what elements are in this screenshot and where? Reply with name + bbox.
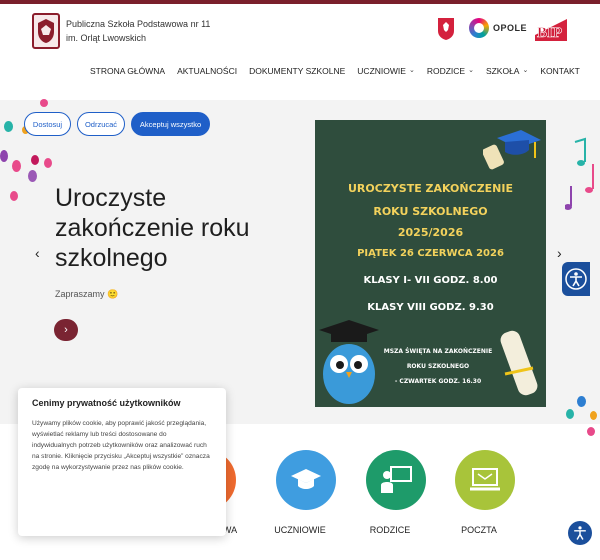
owl-graduate-icon bbox=[319, 320, 379, 404]
school-name-line2: im. Orląt Lwowskich bbox=[66, 33, 147, 43]
cookie-title: Cenimy prywatność użytkowników bbox=[32, 398, 181, 408]
quicklink-students-label[interactable]: UCZNIOWIE bbox=[250, 525, 350, 535]
cookie-consent-dialog: Cenimy prywatność użytkowników Używamy p… bbox=[18, 388, 226, 536]
confetti-dot bbox=[577, 396, 586, 407]
confetti-dot bbox=[31, 155, 39, 165]
chevron-down-icon: ⌄ bbox=[468, 67, 474, 74]
nav-label: DOKUMENTY SZKOLNE bbox=[249, 66, 346, 76]
quicklink-parents-label[interactable]: RODZICE bbox=[340, 525, 440, 535]
poster-line: KLASY I- VII GODZ. 8.00 bbox=[363, 275, 498, 286]
accessibility-icon bbox=[574, 526, 586, 540]
nav-item-parents[interactable]: RODZICE ⌄ bbox=[421, 64, 480, 78]
quicklink-students-button[interactable] bbox=[276, 450, 336, 510]
nav-item-students[interactable]: UCZNIOWIE ⌄ bbox=[351, 64, 421, 78]
nav-item-news[interactable]: AKTUALNOŚCI bbox=[171, 64, 243, 78]
slider-next-arrow[interactable]: › bbox=[557, 245, 562, 261]
bip-logo-text: BIP bbox=[537, 25, 562, 41]
laptop-mail-icon bbox=[470, 468, 500, 491]
confetti-dot bbox=[40, 99, 48, 107]
nav-label: KONTAKT bbox=[540, 66, 580, 76]
poland-emblem-icon[interactable] bbox=[437, 17, 455, 41]
nav-label: RODZICE bbox=[426, 66, 466, 76]
poster-line: ROKU SZKOLNEGO bbox=[373, 205, 488, 218]
bip-logo[interactable]: BIP bbox=[533, 15, 569, 43]
poster-line: 2025/2026 bbox=[397, 226, 464, 239]
nav-item-documents[interactable]: DOKUMENTY SZKOLNE bbox=[243, 64, 351, 78]
school-logo[interactable] bbox=[32, 13, 60, 49]
graduation-cap-icon bbox=[291, 469, 321, 489]
nav-item-contact[interactable]: KONTAKT bbox=[534, 64, 586, 78]
confetti-dot bbox=[44, 158, 52, 168]
nav-label: SZKOŁA bbox=[485, 66, 520, 76]
school-name-line1: Publiczna Szkoła Podstawowa nr 11 bbox=[66, 19, 211, 29]
hero-read-more-button[interactable]: › bbox=[54, 319, 78, 341]
accessibility-side-button[interactable] bbox=[562, 262, 590, 296]
confetti-dot bbox=[590, 411, 597, 420]
nav-item-school[interactable]: SZKOŁA ⌄ bbox=[480, 64, 534, 78]
event-poster[interactable]: UROCZYSTE ZAKOŃCZENIE ROKU SZKOLNEGO 202… bbox=[315, 120, 546, 407]
slider-prev-arrow[interactable]: ‹ bbox=[35, 245, 40, 261]
cookie-description: Używamy plików cookie, aby poprawić jako… bbox=[32, 420, 210, 471]
hero-subtitle: Zapraszamy 🙂 bbox=[55, 289, 119, 299]
poster-line: KLASY VIII GODZ. 9.30 bbox=[367, 302, 494, 313]
poster-line: PIĄTEK 26 CZERWCA 2026 bbox=[357, 248, 504, 259]
accessibility-icon bbox=[565, 268, 587, 290]
top-accent-bar bbox=[0, 0, 600, 4]
accessibility-floating-button[interactable] bbox=[568, 521, 592, 545]
teacher-board-icon bbox=[381, 466, 412, 493]
arrow-right-icon: › bbox=[64, 324, 68, 336]
nav-label: STRONA GŁÓWNA bbox=[90, 66, 166, 76]
main-nav: STRONA GŁÓWNA AKTUALNOŚCI DOKUMENTY SZKO… bbox=[84, 64, 586, 78]
chevron-down-icon: ⌄ bbox=[522, 67, 529, 74]
cookie-buttons: Dostosuj Odrzucać Akceptuj wszystko bbox=[24, 112, 210, 136]
confetti-dot bbox=[28, 170, 37, 182]
quicklink-parents-button[interactable] bbox=[366, 450, 426, 510]
confetti-dot bbox=[12, 160, 21, 172]
hero-title: Uroczyste zakończenie roku szkolnego bbox=[55, 184, 250, 272]
nav-item-home[interactable]: STRONA GŁÓWNA bbox=[84, 64, 171, 78]
confetti-dot bbox=[566, 409, 574, 419]
opole-logo[interactable]: OPOLE bbox=[469, 18, 527, 38]
cookie-accept-all-button[interactable]: Akceptuj wszystko bbox=[131, 112, 210, 136]
confetti-dot bbox=[10, 191, 18, 201]
poster-line: UROCZYSTE ZAKOŃCZENIE bbox=[348, 182, 513, 195]
opole-ring-icon bbox=[469, 18, 489, 38]
confetti-dot bbox=[4, 121, 13, 132]
nav-label: AKTUALNOŚCI bbox=[177, 66, 238, 76]
diploma-scroll-icon bbox=[500, 330, 538, 396]
confetti-dot bbox=[0, 150, 8, 162]
quicklink-mail-button[interactable] bbox=[455, 450, 515, 510]
chevron-down-icon: ⌄ bbox=[408, 67, 415, 74]
cookie-customize-button[interactable]: Dostosuj bbox=[24, 112, 71, 136]
graduation-cap-icon bbox=[483, 130, 541, 170]
confetti-dot bbox=[587, 427, 595, 436]
quicklink-mail-label[interactable]: POCZTA bbox=[429, 525, 529, 535]
music-notes-icon bbox=[565, 137, 594, 210]
school-crest-icon bbox=[38, 19, 54, 43]
nav-label: UCZNIOWIE bbox=[357, 66, 406, 76]
opole-logo-text: OPOLE bbox=[493, 23, 528, 33]
school-name[interactable]: Publiczna Szkoła Podstawowa nr 11 im. Or… bbox=[66, 17, 210, 45]
cookie-reject-button[interactable]: Odrzucać bbox=[77, 112, 125, 136]
